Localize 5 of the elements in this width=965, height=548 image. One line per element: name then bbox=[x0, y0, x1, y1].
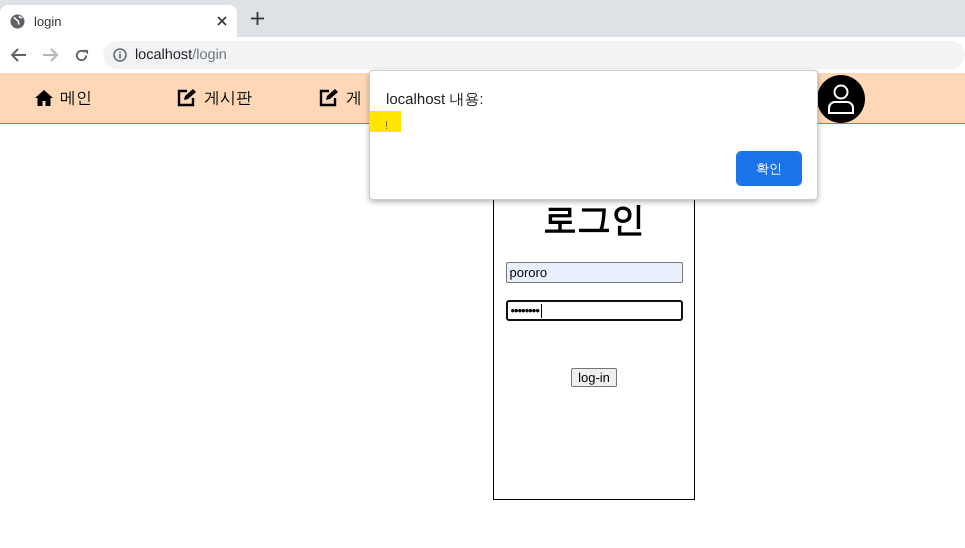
login-title: 로그인 bbox=[543, 200, 645, 240]
tab-title: login bbox=[34, 14, 62, 28]
url-text: localhost/login bbox=[134, 47, 227, 63]
dialog-title: localhost 내용: bbox=[386, 90, 484, 109]
dialog-message: ! bbox=[370, 111, 401, 132]
